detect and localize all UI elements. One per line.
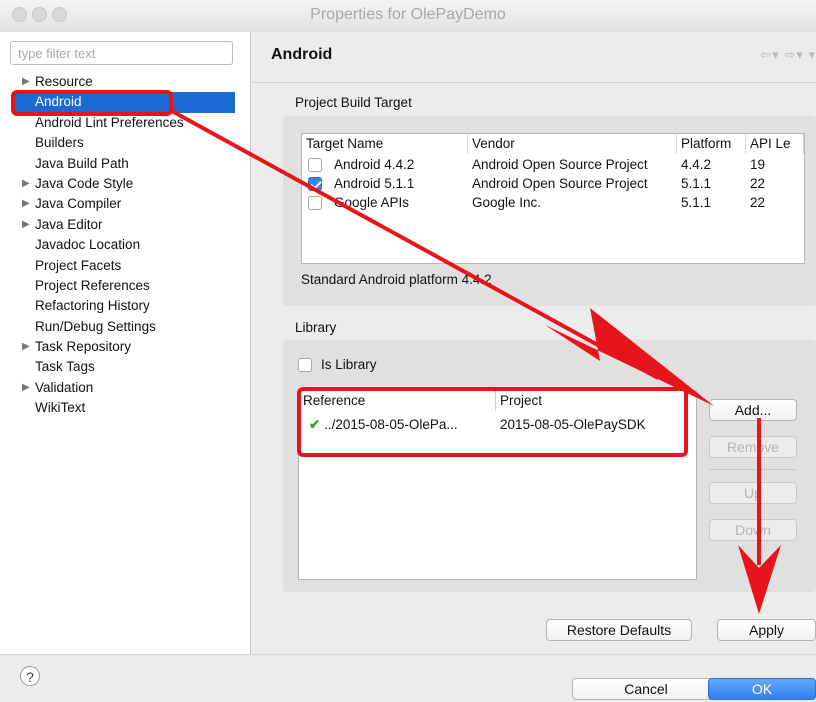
sidebar-item-java-editor[interactable]: ▶ Java Editor (0, 215, 250, 235)
sidebar-item-project-facets[interactable]: Project Facets (0, 256, 250, 276)
forward-arrow-icon[interactable]: ⇨▾ (784, 47, 803, 62)
sidebar-item-label: Java Code Style (35, 175, 134, 191)
sidebar-item-run-debug-settings[interactable]: Run/Debug Settings (0, 317, 250, 337)
build-target-group: Target Name Vendor Platform API Le Andro… (283, 116, 816, 306)
column-header[interactable]: Target Name (302, 134, 468, 154)
sidebar-item-task-repository[interactable]: ▶ Task Repository (0, 337, 250, 357)
sidebar-item-label: Java Editor (35, 216, 103, 232)
library-table: Reference Project ✔ ../2015-08-05-OlePa.… (298, 390, 697, 580)
target-checkbox[interactable] (308, 177, 322, 191)
page-header: Android ⇦▾ ⇨▾ ▾ (252, 32, 816, 82)
sidebar-item-validation[interactable]: ▶ Validation (0, 378, 250, 398)
expand-triangle-icon[interactable]: ▶ (22, 72, 30, 92)
target-api-cell: 22 (750, 195, 766, 210)
target-checkbox[interactable] (308, 196, 322, 210)
target-name-cell: Android 4.4.2 (334, 157, 415, 172)
target-vendor-cell: Android Open Source Project (472, 157, 648, 172)
help-icon[interactable]: ? (20, 666, 40, 686)
is-library-checkbox[interactable] (298, 358, 312, 372)
expand-triangle-icon[interactable]: ▶ (22, 194, 30, 214)
sidebar-item-label: Project References (35, 277, 150, 293)
sidebar-item-project-references[interactable]: Project References (0, 276, 250, 296)
window-title-bar: Properties for OlePayDemo (0, 0, 816, 32)
sidebar-item-android[interactable]: Android (12, 92, 235, 113)
sidebar: ▶ Resource Android Android Lint Preferences… (0, 32, 251, 654)
sidebar-item-javadoc-location[interactable]: Javadoc Location (0, 235, 250, 255)
sidebar-item-label: Javadoc Location (35, 237, 141, 253)
column-header[interactable]: Platform (677, 134, 746, 154)
preference-tree: ▶ Resource Android Android Lint Preferences… (0, 72, 250, 419)
target-platform-cell: 5.1.1 (681, 176, 712, 191)
sidebar-item-label: Android (35, 94, 82, 110)
project-cell: 2015-08-05-OlePaySDK (500, 417, 646, 432)
remove-library-button[interactable]: Remove (709, 436, 797, 458)
down-button[interactable]: Down (709, 519, 797, 541)
sidebar-item-label: Java Build Path (35, 155, 129, 171)
table-row[interactable]: ✔ ../2015-08-05-OlePa... 2015-08-05-OleP… (299, 415, 696, 435)
filter-input[interactable] (10, 41, 233, 65)
column-header[interactable]: API Le (746, 134, 804, 154)
library-group: Is Library Reference Project ✔ ../2015-0… (283, 340, 816, 592)
add-library-button[interactable]: Add... (709, 399, 797, 421)
target-platform-cell: 5.1.1 (681, 195, 712, 210)
ok-button[interactable]: OK (708, 678, 816, 700)
sidebar-item-refactoring-history[interactable]: Refactoring History (0, 296, 250, 316)
target-api-cell: 22 (750, 176, 766, 191)
sidebar-item-java-build-path[interactable]: Java Build Path (0, 154, 250, 174)
sidebar-item-label: Task Repository (35, 339, 132, 355)
button-divider (709, 469, 797, 470)
sidebar-item-label: Project Facets (35, 257, 122, 273)
sidebar-item-builders[interactable]: Builders (0, 133, 250, 153)
target-platform-cell: 4.4.2 (681, 157, 712, 172)
expand-triangle-icon[interactable]: ▶ (22, 378, 30, 398)
footer-divider (0, 654, 816, 655)
back-arrow-icon[interactable]: ⇦▾ (760, 47, 779, 62)
build-target-group-label: Project Build Target (295, 95, 412, 110)
page-nav: ⇦▾ ⇨▾ ▾ (760, 47, 816, 63)
reference-cell: ../2015-08-05-OlePa... (324, 417, 458, 432)
target-name-cell: Android 5.1.1 (334, 176, 415, 191)
window-title: Properties for OlePayDemo (310, 6, 506, 23)
target-vendor-cell: Android Open Source Project (472, 176, 648, 191)
sidebar-item-label: Android Lint Preferences (35, 114, 184, 130)
sidebar-item-java-compiler[interactable]: ▶ Java Compiler (0, 194, 250, 214)
library-group-label: Library (295, 320, 337, 335)
up-button[interactable]: Up (709, 482, 797, 504)
sidebar-item-label: Run/Debug Settings (35, 318, 156, 334)
column-header[interactable]: Project (496, 391, 696, 411)
build-target-table: Target Name Vendor Platform API Le Andro… (301, 133, 805, 264)
header-divider (252, 82, 816, 83)
sidebar-item-label: Task Tags (35, 359, 95, 375)
sidebar-item-wikitext[interactable]: WikiText (0, 398, 250, 418)
target-checkbox[interactable] (308, 158, 322, 172)
target-name-cell: Google APIs (334, 195, 410, 210)
sidebar-item-label: Refactoring History (35, 298, 150, 314)
sidebar-item-android-lint-preferences[interactable]: Android Lint Preferences (0, 113, 250, 133)
menu-chevron-icon[interactable]: ▾ (808, 47, 816, 62)
target-description: Standard Android platform 4.4.2 (301, 272, 492, 287)
sidebar-item-label: Validation (35, 379, 94, 395)
sidebar-item-label: Resource (35, 74, 93, 89)
sidebar-item-resource[interactable]: ▶ Resource (0, 72, 250, 92)
check-icon: ✔ (309, 417, 321, 432)
sidebar-item-label: Java Compiler (35, 196, 122, 212)
restore-defaults-button[interactable]: Restore Defaults (546, 619, 692, 641)
page-title: Android (271, 46, 333, 63)
apply-button[interactable]: Apply (717, 619, 816, 641)
target-api-cell: 19 (750, 157, 766, 172)
expand-triangle-icon[interactable]: ▶ (22, 215, 30, 235)
sidebar-item-java-code-style[interactable]: ▶ Java Code Style (0, 174, 250, 194)
sidebar-item-task-tags[interactable]: Task Tags (0, 357, 250, 377)
column-header[interactable]: Reference (299, 391, 496, 411)
column-header[interactable]: Vendor (468, 134, 677, 154)
cancel-button[interactable]: Cancel (572, 678, 720, 700)
is-library-label: Is Library (321, 357, 377, 372)
sidebar-item-label: WikiText (35, 400, 86, 416)
sidebar-item-label: Builders (35, 135, 84, 151)
target-vendor-cell: Google Inc. (472, 195, 542, 210)
expand-triangle-icon[interactable]: ▶ (22, 174, 30, 194)
expand-triangle-icon[interactable]: ▶ (22, 337, 30, 357)
